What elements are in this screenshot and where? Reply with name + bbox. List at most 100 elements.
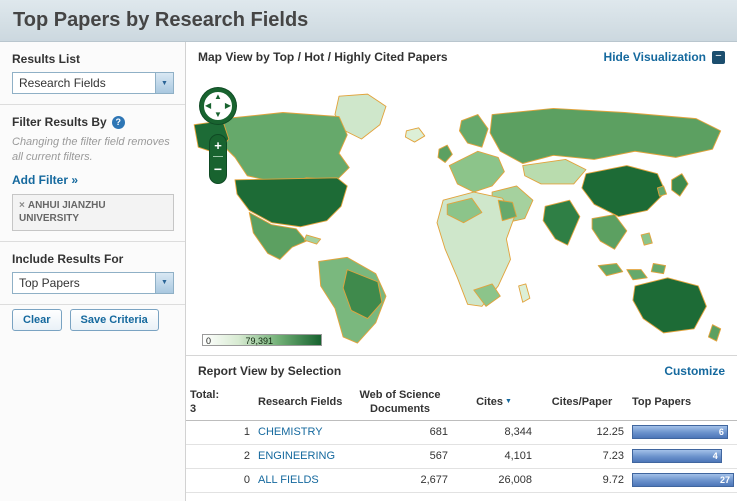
table-row: 1 CHEMISTRY 681 8,344 12.25 6 [186,420,737,445]
scale-max-label: 79,391 [245,336,273,346]
filter-by-label: Filter Results By [12,115,107,129]
row-rank: 0 [186,468,254,493]
country-region [671,173,689,197]
chevron-down-icon: ▼ [155,73,173,93]
sidebar: Results List Research Fields ▼ Filter Re… [0,42,186,501]
row-docs: 681 [348,420,452,445]
criteria-buttons: Clear Save Criteria [0,305,185,341]
field-link[interactable]: ENGINEERING [258,450,335,462]
country-region [597,263,624,277]
top-papers-bar: 6 [632,425,728,439]
collapse-minus-icon[interactable]: − [712,50,725,64]
row-cites-per-paper: 9.72 [536,468,628,493]
row-field: ALL FIELDS [254,468,348,493]
row-docs: 2,677 [348,468,452,493]
page: Top Papers by Research Fields Results Li… [0,0,737,501]
row-cites: 8,344 [452,420,536,445]
map-color-scale: 0 79,391 [202,334,322,346]
save-criteria-button[interactable]: Save Criteria [69,308,159,331]
scale-min-label: 0 [206,336,212,346]
world-map-svg [193,93,722,344]
row-cites: 26,008 [452,468,536,493]
country-region [591,214,628,250]
filter-note: Changing the filter field removes all cu… [12,136,170,163]
page-title: Top Papers by Research Fields [13,9,309,31]
row-top-papers: 27 [628,468,737,493]
country-region [626,269,648,281]
country-region [404,127,426,143]
column-header-research-fields[interactable]: Research Fields [254,386,348,421]
include-results-section: Include Results For Top Papers ▼ [0,242,185,305]
results-list-value: Research Fields [19,76,106,90]
include-results-select[interactable]: Top Papers ▼ [12,271,174,294]
filter-chip-label: ANHUI JIANZHU UNIVERSITY [19,199,106,225]
country-region [216,112,350,185]
map-title: Map View by Top / Hot / Highly Cited Pap… [198,50,448,64]
row-rank: 2 [186,444,254,469]
top-papers-bar: 27 [632,473,734,487]
row-rank: 1 [186,420,254,445]
clear-button[interactable]: Clear [12,308,62,331]
results-list-section: Results List Research Fields ▼ [0,42,185,105]
add-filter-link[interactable]: Add Filter » [12,173,78,187]
column-header-cites[interactable]: Cites ▼ [452,386,536,421]
map-pan-control[interactable]: ▲ ▼ ◀ ▶ [200,88,236,124]
sort-desc-icon: ▼ [504,397,512,405]
content: Results List Research Fields ▼ Filter Re… [0,42,737,501]
help-icon[interactable]: ? [111,115,125,129]
country-region [581,165,667,218]
chevron-down-icon: ▼ [155,272,173,293]
country-region [650,263,667,275]
column-header-cites-per-paper[interactable]: Cites/Paper [536,386,628,421]
country-region [640,232,653,246]
pan-left-icon[interactable]: ◀ [205,102,211,110]
row-field: CHEMISTRY [254,420,348,445]
filter-section: Filter Results By ? Changing the filter … [0,105,185,242]
remove-filter-icon[interactable]: × [19,200,25,211]
pan-down-icon[interactable]: ▼ [214,111,222,119]
pan-up-icon[interactable]: ▲ [214,93,222,101]
country-region [656,185,668,197]
field-link[interactable]: CHEMISTRY [258,426,323,438]
map-countries [193,93,722,344]
country-region [632,277,707,334]
filter-chip: × ANHUI JIANZHU UNIVERSITY [19,199,167,226]
active-filters-box: × ANHUI JIANZHU UNIVERSITY [12,193,174,231]
country-region [303,234,322,245]
field-link[interactable]: ALL FIELDS [258,474,319,486]
row-docs: 567 [348,444,452,469]
report-panel-header: Report View by Selection Customize [186,356,737,386]
map-zoom-control[interactable]: + − [209,134,227,184]
main-panel: Map View by Top / Hot / Highly Cited Pap… [186,42,737,501]
pan-right-icon[interactable]: ▶ [225,102,231,110]
column-header-wos-documents[interactable]: Web of Science Documents [348,386,452,421]
row-top-papers: 4 [628,444,737,469]
zoom-out-icon[interactable]: − [210,157,226,181]
report-table: Total: 3 Research Fields Web of Science … [186,386,737,493]
table-row: 2 ENGINEERING 567 4,101 7.23 4 [186,444,737,469]
country-region [489,107,722,164]
world-map[interactable]: ▲ ▼ ◀ ▶ + − 0 79,391 [186,72,737,356]
column-header-top-papers[interactable]: Top Papers [628,386,737,421]
hide-visualization-link[interactable]: Hide Visualization [604,50,706,64]
top-papers-bar: 4 [632,449,722,463]
zoom-in-icon[interactable]: + [210,135,226,156]
row-cites: 4,101 [452,444,536,469]
map-panel-header: Map View by Top / Hot / Highly Cited Pap… [186,42,737,72]
country-region [707,324,722,342]
country-region [448,150,505,193]
country-region [542,199,581,246]
country-region [437,144,453,163]
results-list-label: Results List [12,52,81,66]
include-results-label: Include Results For [12,251,124,266]
results-list-select[interactable]: Research Fields ▼ [12,72,174,94]
report-title: Report View by Selection [198,364,342,378]
row-top-papers: 6 [628,420,737,445]
row-cites-per-paper: 7.23 [536,444,628,469]
include-results-value: Top Papers [19,275,80,290]
row-field: ENGINEERING [254,444,348,469]
country-region [459,114,489,148]
total-header: Total: 3 [186,386,254,421]
country-region [518,283,531,303]
customize-link[interactable]: Customize [664,364,725,378]
